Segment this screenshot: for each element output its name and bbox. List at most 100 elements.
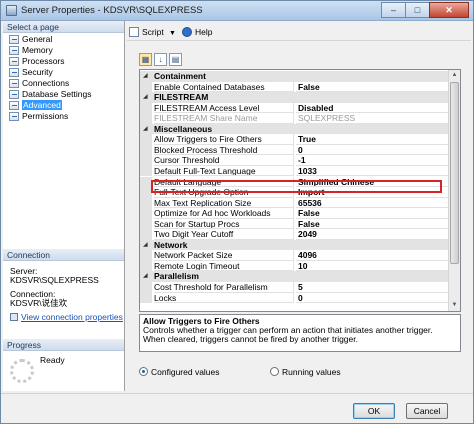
ok-button[interactable]: OK: [353, 403, 395, 419]
property-name: Default Full-Text Language: [154, 165, 294, 177]
page-item-label: Connections: [22, 78, 70, 88]
row-gutter: [140, 292, 152, 304]
row-gutter: [140, 144, 152, 156]
collapse-icon[interactable]: ◢: [143, 93, 148, 100]
scroll-down-icon[interactable]: ▼: [449, 300, 460, 311]
page-icon: [9, 90, 19, 99]
property-row[interactable]: Max Text Replication Size 65536: [140, 197, 449, 209]
properties-icon: [10, 313, 18, 321]
script-button[interactable]: Script ▼: [129, 25, 176, 39]
property-row[interactable]: Two Digit Year Cutoff 2049: [140, 229, 449, 240]
progress-status: Ready: [40, 355, 65, 365]
page-icon: [9, 112, 19, 121]
property-value[interactable]: -1: [296, 155, 449, 166]
page-item-permissions[interactable]: Permissions: [3, 111, 124, 122]
categorized-view-icon[interactable]: ▦: [139, 53, 152, 66]
category-name: Miscellaneous: [154, 123, 213, 134]
property-value[interactable]: True: [296, 134, 449, 145]
row-gutter: [140, 282, 152, 293]
view-connection-properties-link[interactable]: View connection properties: [21, 312, 123, 322]
row-gutter: [140, 250, 152, 261]
property-value[interactable]: 10: [296, 261, 449, 272]
running-values-radio[interactable]: Running values: [270, 367, 341, 377]
property-value[interactable]: Disabled: [296, 103, 449, 114]
collapse-icon[interactable]: ◢: [143, 241, 148, 248]
property-grid-scrollbar[interactable]: ▲ ▼: [448, 70, 460, 311]
scroll-thumb[interactable]: [450, 82, 459, 264]
row-gutter: [140, 260, 152, 272]
progress-section: Progress Ready: [3, 339, 124, 391]
window-controls: – □ ✕: [381, 2, 469, 18]
alphabetical-sort-icon[interactable]: ↓: [154, 53, 167, 66]
property-value[interactable]: 4096: [296, 250, 449, 261]
category-row[interactable]: ◢ Containment: [140, 71, 449, 82]
property-row[interactable]: Default Full-Text Language 1033: [140, 165, 449, 177]
property-row[interactable]: FILESTREAM Access Level Disabled: [140, 102, 449, 114]
property-row[interactable]: Network Packet Size 4096: [140, 250, 449, 261]
page-item-processors[interactable]: Processors: [3, 56, 124, 67]
page-icon: [9, 57, 19, 66]
maximize-button[interactable]: □: [405, 2, 430, 18]
property-value[interactable]: False: [296, 82, 449, 93]
page-item-label: Memory: [22, 45, 53, 55]
page-item-label: General: [22, 34, 53, 44]
page-item-general[interactable]: General: [3, 34, 124, 45]
property-row[interactable]: Locks 0: [140, 292, 449, 304]
page-icon: [9, 46, 19, 55]
configured-values-label: Configured values: [151, 367, 220, 377]
row-gutter: [140, 229, 152, 240]
category-row[interactable]: ◢ Miscellaneous: [140, 123, 449, 135]
highlight-box: [151, 180, 442, 193]
collapse-icon[interactable]: ◢: [143, 272, 148, 279]
title-bar[interactable]: Server Properties - KDSVR\SQLEXPRESS – □…: [1, 1, 473, 21]
script-dropdown-icon[interactable]: ▼: [169, 27, 176, 41]
property-value[interactable]: SQLEXPRESS: [296, 113, 449, 124]
property-value[interactable]: 2049: [296, 229, 449, 240]
property-value[interactable]: False: [296, 208, 449, 219]
property-row[interactable]: Remote Login Timeout 10: [140, 260, 449, 272]
page-item-memory[interactable]: Memory: [3, 45, 124, 56]
property-row[interactable]: Optimize for Ad hoc Workloads False: [140, 208, 449, 219]
property-value[interactable]: False: [296, 219, 449, 230]
configured-values-radio[interactable]: Configured values: [139, 367, 220, 377]
property-row[interactable]: FILESTREAM Share Name SQLEXPRESS: [140, 113, 449, 124]
running-values-label: Running values: [282, 367, 341, 377]
row-gutter: [140, 218, 152, 230]
page-icon: [9, 35, 19, 44]
property-row[interactable]: Blocked Process Threshold 0: [140, 144, 449, 156]
connection-section: Connection Server: KDSVR\SQLEXPRESS Conn…: [3, 249, 124, 322]
collapse-icon[interactable]: ◢: [143, 125, 148, 132]
scroll-up-icon[interactable]: ▲: [449, 70, 460, 81]
property-pages-icon[interactable]: ▤: [169, 53, 182, 66]
property-value[interactable]: 0: [296, 293, 449, 304]
collapse-icon[interactable]: ◢: [143, 72, 148, 79]
property-row[interactable]: Cursor Threshold -1: [140, 155, 449, 166]
toolbar: Script ▼ Help: [127, 23, 471, 41]
cancel-button[interactable]: Cancel: [406, 403, 448, 419]
property-value[interactable]: 0: [296, 145, 449, 156]
category-row[interactable]: ◢ Parallelism: [140, 271, 449, 282]
help-button[interactable]: Help: [182, 25, 212, 39]
close-button[interactable]: ✕: [429, 2, 469, 18]
script-icon: [129, 27, 139, 37]
property-row[interactable]: Allow Triggers to Fire Others True: [140, 134, 449, 145]
page-item-advanced[interactable]: Advanced: [3, 100, 124, 111]
page-item-label: Security: [22, 67, 53, 77]
property-row[interactable]: Scan for Startup Procs False: [140, 218, 449, 230]
property-value[interactable]: 5: [296, 282, 449, 293]
page-item-security[interactable]: Security: [3, 67, 124, 78]
property-value[interactable]: 1033: [296, 166, 449, 177]
minimize-button[interactable]: –: [381, 2, 406, 18]
page-item-connections[interactable]: Connections: [3, 78, 124, 89]
category-row[interactable]: ◢ Network: [140, 239, 449, 251]
property-value[interactable]: 65536: [296, 198, 449, 209]
window-icon: [6, 5, 17, 16]
property-row[interactable]: Enable Contained Databases False: [140, 81, 449, 93]
row-gutter: [140, 165, 152, 177]
property-row[interactable]: Cost Threshold for Parallelism 5: [140, 282, 449, 293]
category-row[interactable]: ◢ FILESTREAM: [140, 92, 449, 103]
help-label: Help: [195, 27, 213, 37]
page-item-database-settings[interactable]: Database Settings: [3, 89, 124, 100]
property-name: FILESTREAM Share Name: [154, 113, 294, 124]
property-name: Remote Login Timeout: [154, 260, 294, 272]
